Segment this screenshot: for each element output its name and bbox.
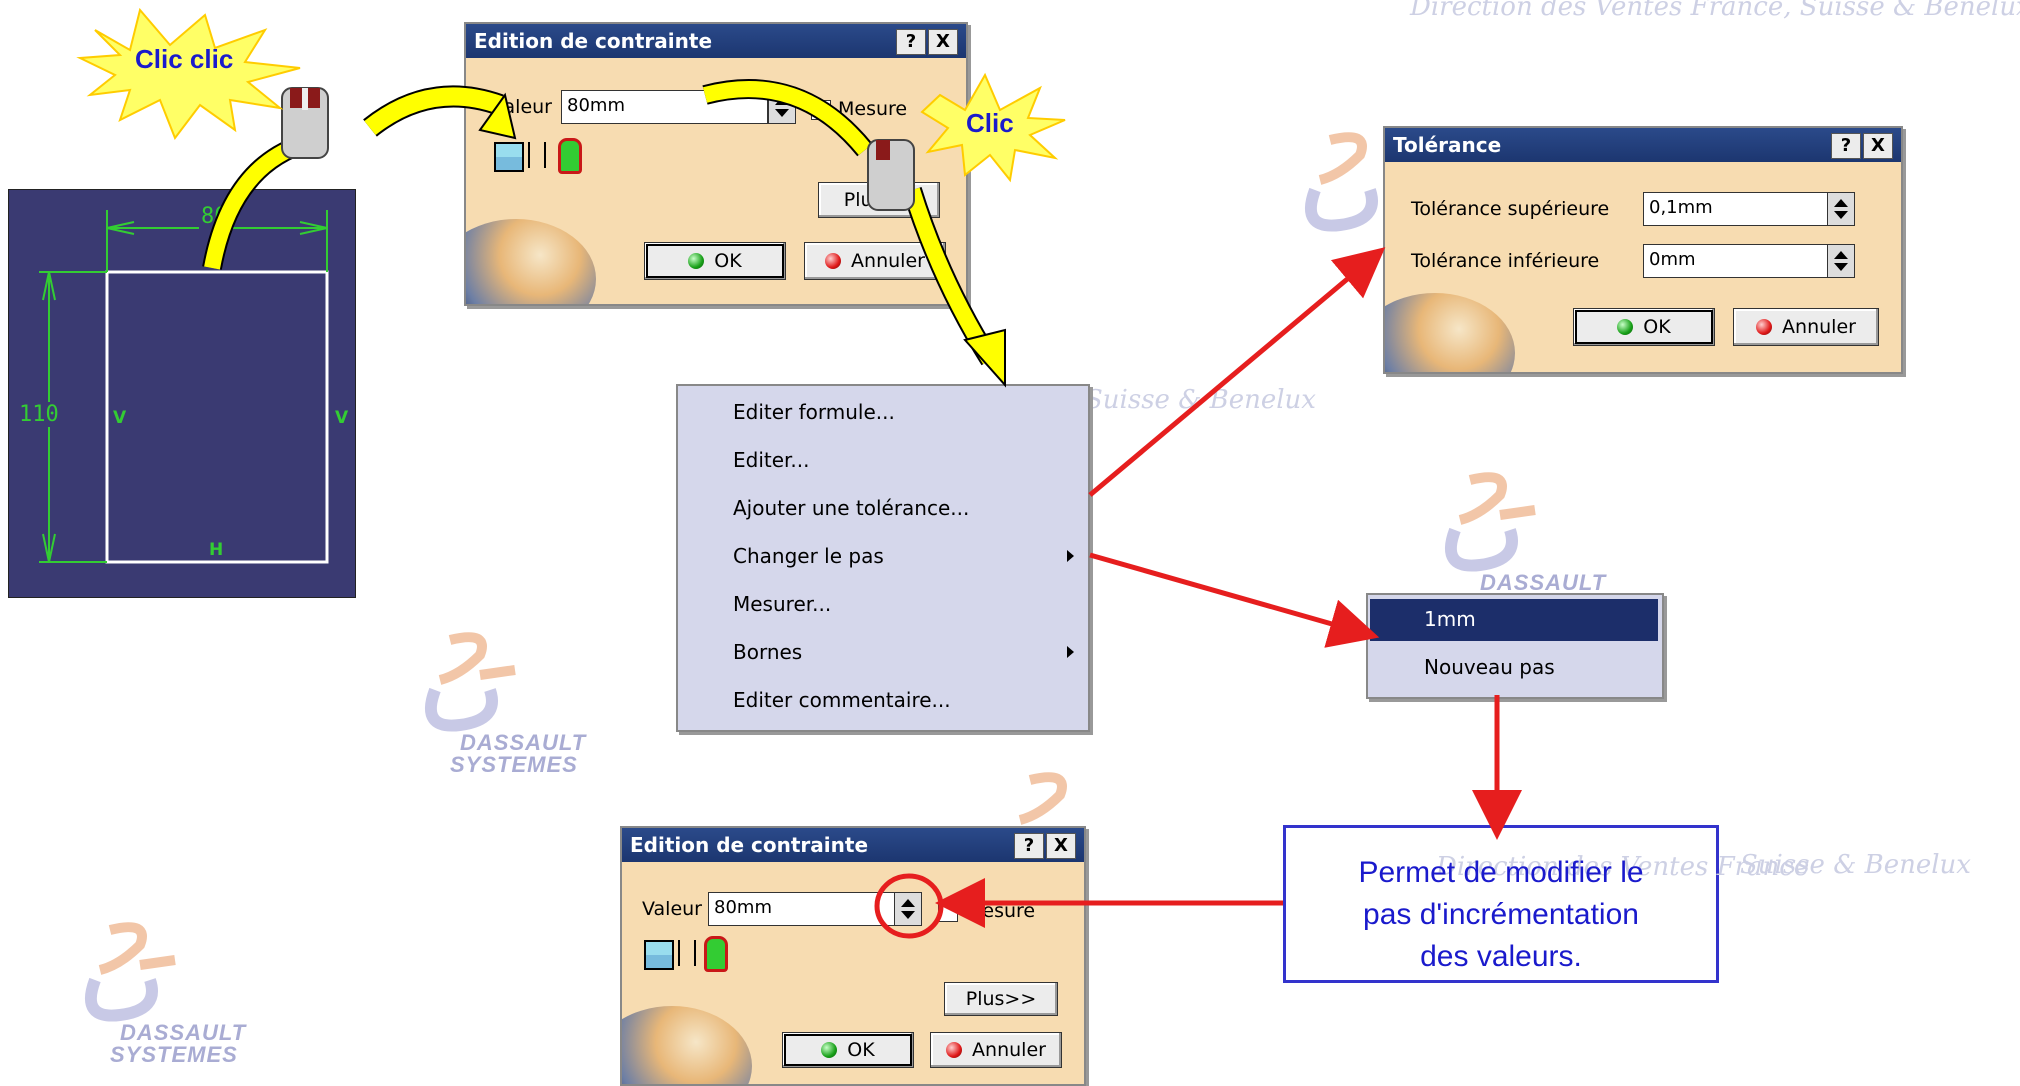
yellow-arrow-4 — [904, 187, 997, 365]
starburst-clic-label: Clic — [966, 108, 1014, 138]
mouse-icon-1 — [281, 87, 329, 159]
mouse-icon-2 — [867, 139, 915, 211]
yellow-arrow-3 — [702, 81, 872, 156]
starburst-clic-clic-label: Clic clic — [135, 44, 234, 74]
yellow-arrowhead-4 — [963, 328, 1006, 388]
red-arrow-to-tolerance — [1088, 247, 1386, 497]
annotation-overlay — [76, 7, 1522, 939]
red-arrow-to-step-menu — [1089, 552, 1380, 648]
spinner-highlight-circle — [874, 873, 944, 939]
yellow-arrow-2 — [364, 87, 504, 136]
